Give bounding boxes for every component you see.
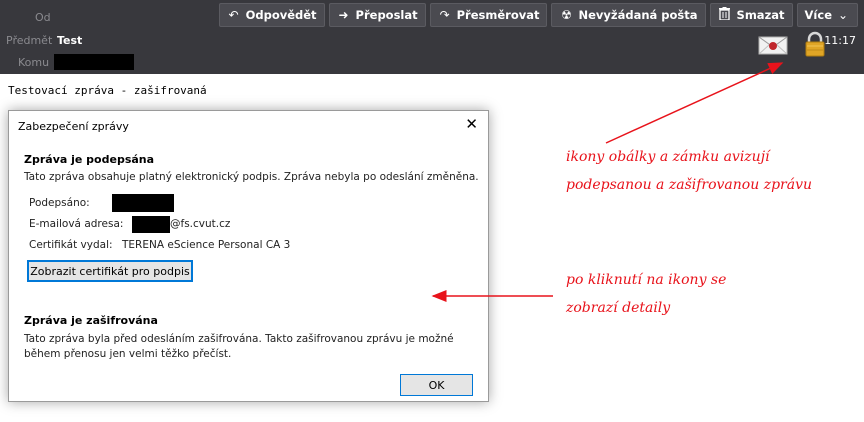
arrow-to-icons <box>605 62 784 144</box>
annotation-arrows <box>431 62 784 302</box>
